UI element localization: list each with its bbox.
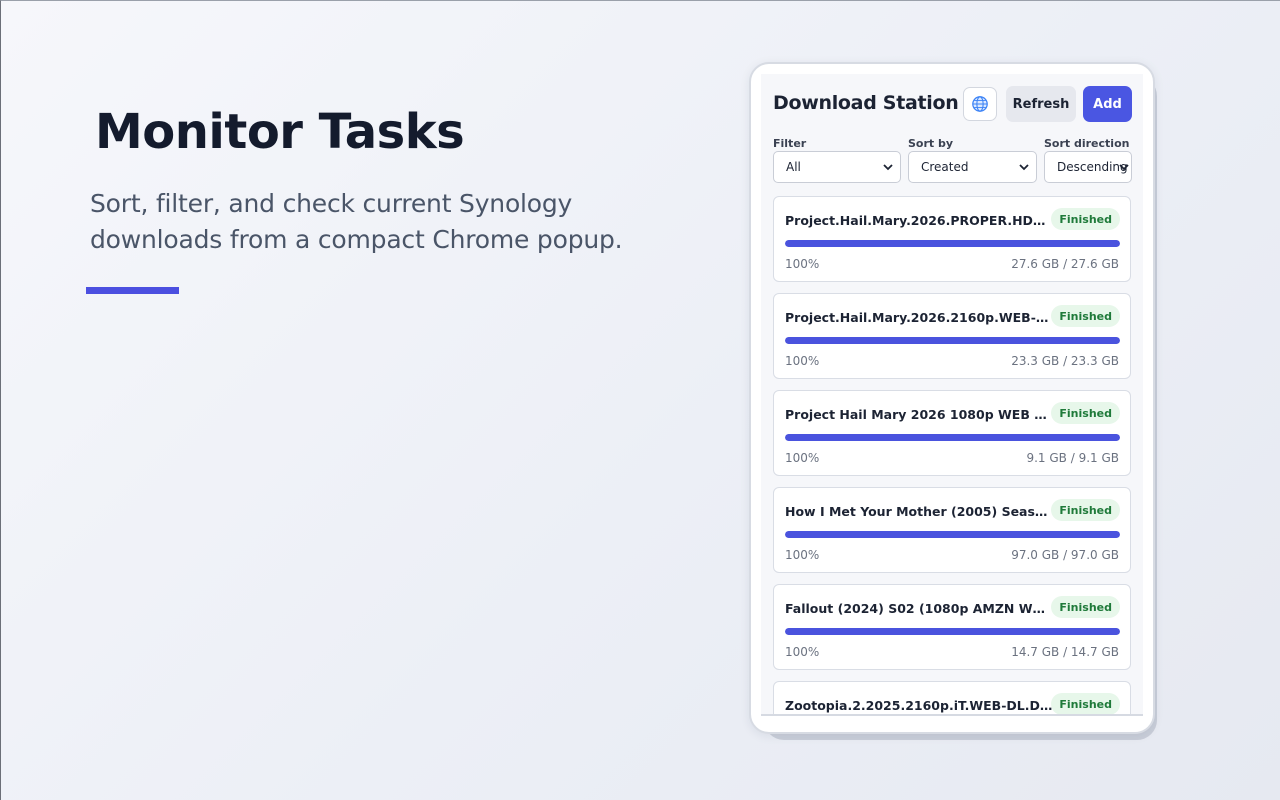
hero-accent-bar [86, 287, 179, 294]
add-button[interactable]: Add [1083, 86, 1132, 122]
progress-fill [785, 240, 1120, 247]
filter-select[interactable]: All [773, 151, 901, 183]
open-web-ui-button[interactable] [963, 87, 997, 121]
task-percent: 100% [785, 257, 820, 271]
progress-bar [785, 628, 1120, 635]
chevron-down-icon [1119, 164, 1129, 171]
chevron-down-icon [1019, 164, 1029, 171]
progress-fill [785, 434, 1120, 441]
task-card[interactable]: Zootopia.2.2025.2160p.iT.WEB-DL.DV.HDR10… [773, 681, 1131, 716]
status-badge: Finished [1051, 596, 1120, 618]
sort-direction-select[interactable]: Descending [1044, 151, 1132, 183]
task-card[interactable]: Project Hail Mary 2026 1080p WEB AC3 HEV… [773, 390, 1131, 476]
task-card[interactable]: Project.Hail.Mary.2026.PROPER.HDR.2160p.… [773, 196, 1131, 282]
globe-icon [972, 96, 988, 112]
popup-content: Download Station Refresh Add Filter Sort… [761, 74, 1143, 716]
task-name: How I Met Your Mother (2005) Season 1-9 … [785, 504, 1053, 519]
popup-header: Download Station Refresh Add [773, 86, 1133, 124]
progress-bar [785, 531, 1120, 538]
status-badge: Finished [1051, 402, 1120, 424]
progress-fill [785, 531, 1120, 538]
task-percent: 100% [785, 548, 820, 562]
sort-direction-label: Sort direction [1044, 137, 1130, 150]
task-name: Zootopia.2.2025.2160p.iT.WEB-DL.DV.HDR10 [785, 698, 1053, 713]
task-card[interactable]: Project.Hail.Mary.2026.2160p.WEB-DL.DDP5… [773, 293, 1131, 379]
progress-fill [785, 337, 1120, 344]
status-badge: Finished [1051, 305, 1120, 327]
progress-bar [785, 434, 1120, 441]
task-name: Project.Hail.Mary.2026.PROPER.HDR.2160p.… [785, 213, 1053, 228]
progress-bar [785, 337, 1120, 344]
filter-select-value: All [786, 160, 801, 174]
sort-by-label: Sort by [908, 137, 954, 150]
sort-by-select[interactable]: Created [908, 151, 1037, 183]
task-name: Project Hail Mary 2026 1080p WEB AC3 HEV… [785, 407, 1053, 422]
task-name: Project.Hail.Mary.2026.2160p.WEB-DL.DDP5… [785, 310, 1053, 325]
progress-bar [785, 240, 1120, 247]
task-size: 97.0 GB / 97.0 GB [1011, 548, 1119, 562]
hero-title: Monitor Tasks [95, 104, 465, 160]
task-size: 14.7 GB / 14.7 GB [1011, 645, 1119, 659]
hero-subtitle: Sort, filter, and check current Synology… [90, 189, 623, 254]
status-badge: Finished [1051, 693, 1120, 715]
extension-popup: Download Station Refresh Add Filter Sort… [749, 62, 1155, 734]
status-badge: Finished [1051, 499, 1120, 521]
task-size: 9.1 GB / 9.1 GB [1026, 451, 1119, 465]
filter-label: Filter [773, 137, 807, 150]
status-badge: Finished [1051, 208, 1120, 230]
task-card[interactable]: Fallout (2024) S02 (1080p AMZN WEB-DL x2… [773, 584, 1131, 670]
task-percent: 100% [785, 451, 820, 465]
popup-title: Download Station [773, 92, 959, 114]
refresh-button[interactable]: Refresh [1006, 86, 1076, 122]
task-size: 23.3 GB / 23.3 GB [1011, 354, 1119, 368]
list-scroll-edge [761, 714, 1143, 716]
chevron-down-icon [883, 164, 893, 171]
task-card[interactable]: How I Met Your Mother (2005) Season 1-9 … [773, 487, 1131, 573]
task-name: Fallout (2024) S02 (1080p AMZN WEB-DL x2… [785, 601, 1053, 616]
task-percent: 100% [785, 645, 820, 659]
task-size: 27.6 GB / 27.6 GB [1011, 257, 1119, 271]
sort-by-select-value: Created [921, 160, 969, 174]
progress-fill [785, 628, 1120, 635]
task-percent: 100% [785, 354, 820, 368]
